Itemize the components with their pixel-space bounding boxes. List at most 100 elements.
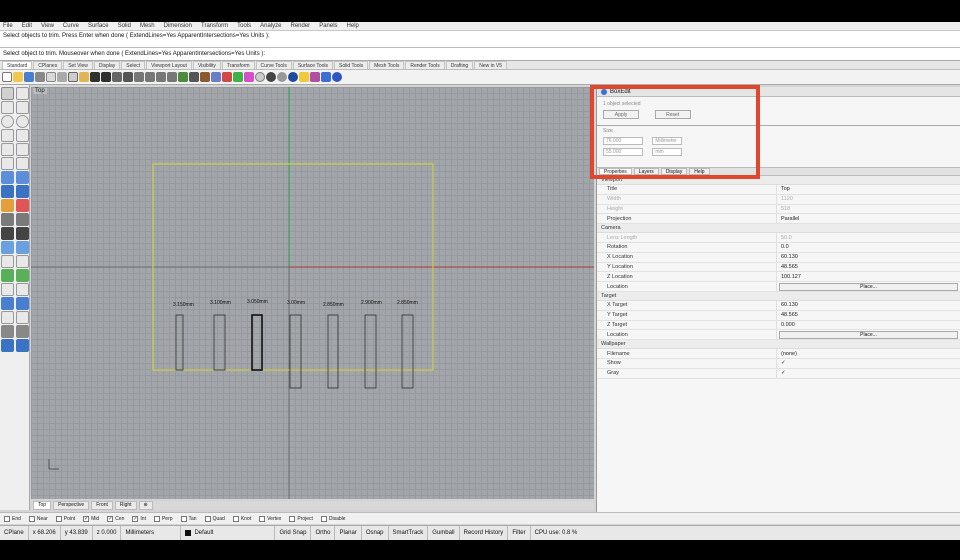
tab-viewport-layout[interactable]: Viewport Layout (146, 61, 192, 69)
rotate-view-icon[interactable] (123, 72, 133, 82)
trim-tool-icon[interactable] (1, 227, 14, 240)
menu-curve[interactable]: Curve (63, 23, 79, 29)
block-tool-icon[interactable] (1, 325, 14, 338)
menu-file[interactable]: File (3, 23, 13, 29)
status-layer[interactable]: Default (181, 526, 276, 540)
menu-tools[interactable]: Tools (237, 23, 251, 29)
gray-checkbox[interactable]: ✓ (777, 369, 960, 378)
viewport-tab-right[interactable]: Right (114, 501, 137, 510)
toggle-planar[interactable]: Planar (335, 526, 362, 540)
hide-tool-icon[interactable] (16, 325, 29, 338)
menu-mesh[interactable]: Mesh (140, 23, 155, 29)
tab-render-tools[interactable]: Render Tools (405, 61, 445, 69)
analyze-tool-icon[interactable] (1, 297, 14, 310)
properties-icon[interactable] (233, 72, 243, 82)
tab-curve-tools[interactable]: Curve Tools (255, 61, 292, 69)
cplane-icon[interactable] (189, 72, 199, 82)
zoom-extents-icon[interactable] (156, 72, 166, 82)
four-view-icon[interactable] (178, 72, 188, 82)
material-icon[interactable] (244, 72, 254, 82)
shaded-icon[interactable] (255, 72, 265, 82)
copy-icon[interactable] (68, 72, 78, 82)
light-icon[interactable] (299, 72, 309, 82)
size-x-input[interactable]: 76.000 (603, 137, 643, 145)
osnap-knot[interactable]: Knot (232, 515, 251, 522)
new-file-icon[interactable] (2, 72, 12, 82)
viewport-tab-perspective[interactable]: Perspective (53, 501, 90, 510)
scale-tool-icon[interactable] (16, 269, 29, 282)
cut-icon[interactable] (57, 72, 67, 82)
redo-icon[interactable] (101, 72, 111, 82)
arc-tool-icon[interactable] (1, 129, 14, 142)
boolean-tool-icon[interactable] (16, 199, 29, 212)
settings-icon[interactable] (321, 72, 331, 82)
apply-button[interactable]: Apply (603, 110, 639, 119)
reset-button[interactable]: Reset (654, 110, 691, 119)
osnap-cen[interactable]: ✓ Cen (107, 515, 124, 522)
toggle-ortho[interactable]: Ortho (311, 526, 336, 540)
camera-place-button[interactable]: Place... (779, 282, 958, 291)
split-tool-icon[interactable] (16, 227, 29, 240)
cplane-tool-icon[interactable] (1, 339, 14, 352)
move-tool-icon[interactable] (1, 255, 14, 268)
tab-select[interactable]: Select (121, 61, 146, 69)
save-icon[interactable] (24, 72, 34, 82)
toggle-gumball[interactable]: Gumball (428, 526, 460, 540)
tab-visibility[interactable]: Visibility (192, 61, 221, 69)
size-y-unit[interactable]: mm (652, 148, 683, 156)
mirror-tool-icon[interactable] (1, 283, 14, 296)
rendered-icon[interactable] (266, 72, 276, 82)
toggle-osnap[interactable]: Osnap (362, 526, 389, 540)
menu-surface[interactable]: Surface (88, 23, 109, 29)
osnap-mid[interactable]: ✓ Mid (83, 515, 99, 522)
toggle-smarttrack[interactable]: SmartTrack (389, 526, 429, 540)
viewport-tab-top[interactable]: Top (33, 501, 52, 510)
grid-icon[interactable] (211, 72, 221, 82)
tab-display[interactable]: Display (93, 61, 121, 69)
rotate-tool-icon[interactable] (1, 269, 14, 282)
array-tool-icon[interactable] (16, 283, 29, 296)
osnap-int[interactable]: ✓ Int (132, 515, 146, 522)
menu-dimension[interactable]: Dimension (164, 23, 192, 29)
options-icon[interactable] (310, 72, 320, 82)
tab-standard[interactable]: Standard (2, 61, 33, 69)
boxedit-tab[interactable]: BoxEdit (597, 87, 960, 97)
slot-1[interactable] (175, 314, 184, 371)
explode-tool-icon[interactable] (16, 241, 29, 254)
rectangle-tool-icon[interactable] (16, 129, 29, 142)
menu-panels[interactable]: Panels (319, 23, 337, 29)
osnap-tan[interactable]: Tan (180, 515, 197, 522)
open-folder-icon[interactable] (13, 72, 23, 82)
ellipse-tool-icon[interactable] (16, 115, 29, 128)
view-tool-icon[interactable] (16, 339, 29, 352)
tab-solid-tools[interactable]: Solid Tools (334, 61, 369, 69)
fillet-tool-icon[interactable] (16, 157, 29, 170)
slot-3[interactable] (251, 314, 263, 371)
polyline-tool-icon[interactable] (1, 101, 14, 114)
select-icon[interactable] (200, 72, 210, 82)
tab-display-panel[interactable]: Display (660, 168, 688, 175)
osnap-near[interactable]: Near (28, 515, 48, 522)
menu-view[interactable]: View (41, 23, 54, 29)
menu-transform[interactable]: Transform (201, 23, 228, 29)
osnap-vertex[interactable]: Vertex (259, 515, 281, 522)
slot-4[interactable] (289, 314, 302, 389)
zoom-selected-icon[interactable] (167, 72, 177, 82)
tab-surface-tools[interactable]: Surface Tools (292, 61, 334, 69)
group-tool-icon[interactable] (16, 311, 29, 324)
point-tool-icon[interactable] (16, 87, 29, 100)
extrude-tool-icon[interactable] (16, 171, 29, 184)
size-x-unit[interactable]: Millimeter (652, 137, 683, 145)
ghosted-icon[interactable] (277, 72, 287, 82)
paste-icon[interactable] (79, 72, 89, 82)
size-y-input[interactable]: 55.000 (603, 148, 643, 156)
menu-edit[interactable]: Edit (22, 23, 32, 29)
osnap-end[interactable]: End (4, 515, 21, 522)
copy-tool-icon[interactable] (16, 255, 29, 268)
tab-layers[interactable]: Layers (633, 168, 659, 175)
import-icon[interactable] (46, 72, 56, 82)
tab-drafting[interactable]: Drafting (445, 61, 474, 69)
menu-solid[interactable]: Solid (118, 23, 131, 29)
zoom-icon[interactable] (134, 72, 144, 82)
slot-6[interactable] (364, 314, 377, 389)
